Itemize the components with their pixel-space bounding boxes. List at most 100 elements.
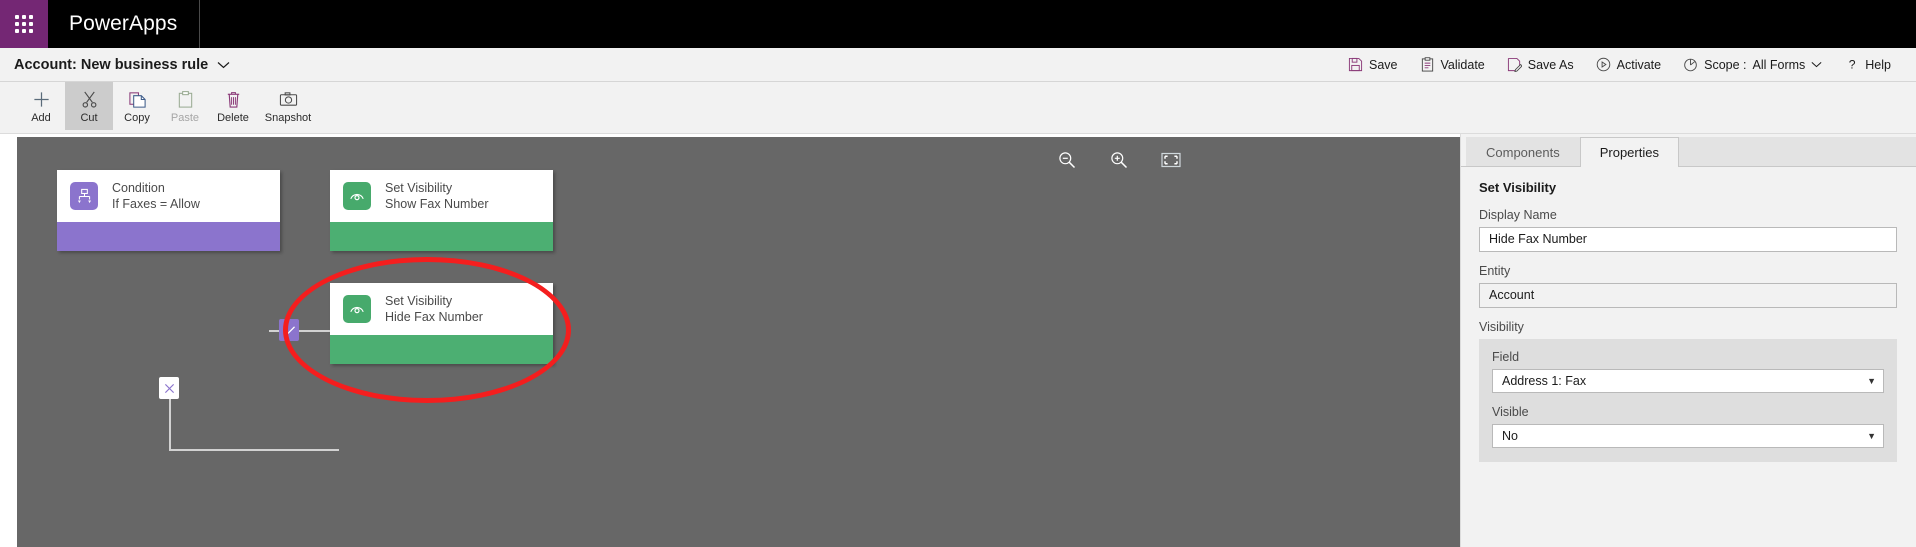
save-as-button[interactable]: Save As — [1496, 53, 1585, 76]
brand-name[interactable]: PowerApps — [48, 0, 201, 48]
node-hide-text: Set Visibility Hide Fax Number — [385, 293, 483, 325]
scope-selector[interactable]: Scope : All Forms — [1672, 53, 1833, 76]
visibility-eye-icon — [343, 182, 371, 210]
field-select-value: Address 1: Fax — [1502, 374, 1587, 388]
node-condition-footer — [57, 222, 280, 251]
save-button[interactable]: Save — [1337, 53, 1409, 76]
title-bar: Account: New business rule Save Validate… — [0, 48, 1916, 82]
tab-properties[interactable]: Properties — [1579, 137, 1679, 167]
paste-tool-button[interactable]: Paste — [161, 82, 209, 130]
node-show-footer — [330, 222, 553, 251]
node-condition-title: Condition — [112, 181, 165, 195]
scope-label: Scope : — [1704, 57, 1747, 72]
display-name-label: Display Name — [1479, 208, 1557, 222]
add-tool-button[interactable]: Add — [17, 82, 65, 130]
node-hide-subtitle: Hide Fax Number — [385, 310, 483, 324]
camera-icon — [279, 89, 298, 109]
visible-select[interactable]: No ▼ — [1492, 424, 1884, 448]
help-button[interactable]: ? Help — [1833, 53, 1902, 76]
paste-tool-label: Paste — [170, 112, 200, 124]
delete-tool-button[interactable]: Delete — [209, 82, 257, 130]
connector-no-horizontal — [169, 449, 339, 451]
zoom-in-icon[interactable] — [1108, 149, 1130, 171]
panel-body: Set Visibility Display Name Hide Fax Num… — [1460, 167, 1916, 462]
panel-tabs: Components Properties — [1460, 134, 1916, 167]
field-select[interactable]: Address 1: Fax ▼ — [1492, 369, 1884, 393]
page-title: Account: New business rule — [14, 56, 209, 73]
node-show-text: Set Visibility Show Fax Number — [385, 180, 489, 212]
help-icon: ? — [1844, 57, 1859, 72]
main-area: Condition If Faxes = Allow Set Visibilit… — [0, 134, 1916, 547]
validate-button[interactable]: Validate — [1409, 53, 1496, 76]
command-actions: Save Validate Save As Activate Scope : A… — [1337, 53, 1902, 76]
properties-panel: Components Properties Set Visibility Dis… — [1460, 134, 1916, 547]
node-hide-body: Set Visibility Hide Fax Number — [330, 283, 553, 335]
visible-select-value: No — [1502, 429, 1518, 443]
rule-title[interactable]: Account: New business rule — [14, 57, 230, 73]
node-set-visibility-hide[interactable]: Set Visibility Hide Fax Number — [330, 283, 553, 364]
plus-icon — [32, 89, 51, 109]
activate-icon — [1596, 57, 1611, 72]
activate-label: Activate — [1616, 57, 1662, 72]
cut-tool-button[interactable]: Cut — [65, 82, 113, 130]
entity-label: Entity — [1479, 264, 1511, 278]
activate-button[interactable]: Activate — [1585, 53, 1672, 76]
chevron-down-icon: ▼ — [1867, 431, 1876, 441]
scope-value: All Forms — [1752, 57, 1806, 72]
copy-tool-label: Copy — [124, 112, 150, 124]
delete-tool-label: Delete — [217, 112, 249, 124]
save-label: Save — [1369, 57, 1398, 72]
copy-icon — [128, 89, 147, 109]
scope-icon — [1683, 57, 1698, 72]
visibility-label: Visibility — [1479, 320, 1524, 334]
svg-text:?: ? — [1849, 58, 1856, 72]
copy-tool-button[interactable]: Copy — [113, 82, 161, 130]
save-as-label: Save As — [1527, 57, 1574, 72]
scope-chevron-down-icon — [1811, 61, 1822, 68]
node-hide-footer — [330, 335, 553, 364]
field-label: Field — [1492, 350, 1520, 364]
snapshot-tool-label: Snapshot — [264, 112, 312, 124]
visibility-group: Field Address 1: Fax ▼ Visible No ▼ — [1479, 339, 1897, 462]
tab-filler — [1678, 137, 1916, 167]
snapshot-tool-button[interactable]: Snapshot — [257, 82, 319, 130]
app-launcher-icon — [15, 15, 33, 33]
fit-to-screen-icon[interactable] — [1160, 149, 1182, 171]
brand-bar: PowerApps — [0, 0, 1916, 48]
panel-heading: Set Visibility — [1479, 180, 1557, 195]
node-condition-body: Condition If Faxes = Allow — [57, 170, 280, 222]
app-launcher-button[interactable] — [0, 0, 48, 48]
chevron-down-icon — [217, 57, 230, 73]
save-icon — [1348, 57, 1363, 72]
branch-yes-badge[interactable] — [279, 319, 299, 341]
condition-branch-icon — [70, 182, 98, 210]
node-show-subtitle: Show Fax Number — [385, 197, 489, 211]
save-as-icon — [1507, 57, 1522, 72]
validate-label: Validate — [1440, 57, 1485, 72]
display-name-field[interactable]: Hide Fax Number — [1479, 227, 1897, 252]
node-show-title: Set Visibility — [385, 181, 453, 195]
validate-icon — [1420, 57, 1435, 72]
node-set-visibility-show[interactable]: Set Visibility Show Fax Number — [330, 170, 553, 251]
tab-components[interactable]: Components — [1466, 137, 1580, 166]
add-tool-label: Add — [31, 112, 51, 124]
zoom-out-icon[interactable] — [1056, 149, 1078, 171]
visible-label: Visible — [1492, 405, 1529, 419]
visibility-eye-icon — [343, 295, 371, 323]
canvas-wrapper: Condition If Faxes = Allow Set Visibilit… — [0, 134, 1460, 547]
scissors-icon — [80, 89, 99, 109]
trash-icon — [224, 89, 243, 109]
cut-tool-label: Cut — [80, 112, 98, 124]
node-hide-title: Set Visibility — [385, 294, 453, 308]
canvas-zoom-tools — [1056, 149, 1182, 171]
entity-field[interactable]: Account — [1479, 283, 1897, 308]
panel-divider — [1460, 134, 1461, 547]
node-condition[interactable]: Condition If Faxes = Allow — [57, 170, 280, 251]
branch-no-badge[interactable] — [159, 377, 179, 399]
business-rule-canvas[interactable]: Condition If Faxes = Allow Set Visibilit… — [17, 137, 1460, 547]
chevron-down-icon: ▼ — [1867, 376, 1876, 386]
node-show-body: Set Visibility Show Fax Number — [330, 170, 553, 222]
paste-icon — [176, 89, 195, 109]
node-condition-text: Condition If Faxes = Allow — [112, 180, 200, 212]
tool-ribbon: Add Cut Copy Paste Delete Snapshot — [0, 82, 1916, 134]
